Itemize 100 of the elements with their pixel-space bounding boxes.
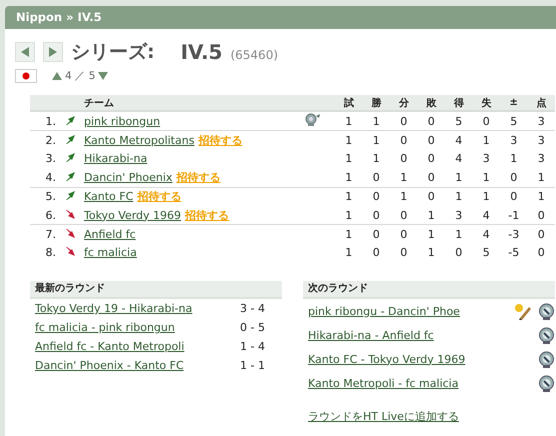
stat-cell: 5 xyxy=(445,111,472,131)
stat-cell: 1 xyxy=(418,206,445,225)
stat-cell: 4 xyxy=(472,206,500,225)
stat-cell: 3 xyxy=(528,111,555,131)
stat-cell: 0 xyxy=(500,168,528,188)
series-id: (65460) xyxy=(230,48,278,62)
stat-cell-text: 1 xyxy=(426,245,436,262)
stat-cell: 1 xyxy=(390,187,418,206)
team-link[interactable]: Anfield fc xyxy=(84,228,136,242)
column-header: 分 xyxy=(390,95,418,111)
team-link[interactable]: Kanto FC xyxy=(84,190,134,204)
stat-cell: 0 xyxy=(390,224,418,244)
match-link[interactable]: Dancin' Phoenix - Kanto FC xyxy=(35,359,184,372)
column-header: ± xyxy=(500,95,528,111)
stat-cell: 0 xyxy=(362,224,390,244)
stat-cell: 0 xyxy=(472,111,500,131)
stat-cell: 3 xyxy=(500,130,528,150)
section-title: 次のラウンド xyxy=(308,283,368,294)
column-header: 勝 xyxy=(362,95,390,111)
separator: ／ xyxy=(74,69,86,83)
stat-cell: 1 xyxy=(335,168,362,188)
stat-cell: 3 xyxy=(445,206,472,225)
match-link[interactable]: Hikarabi-na - Anfield fc xyxy=(308,328,434,342)
match-link[interactable]: fc malicia - pink ribongun xyxy=(35,321,175,334)
stat-cell: 5 xyxy=(500,111,528,131)
previous-button[interactable] xyxy=(15,42,35,62)
stat-cell: 1 xyxy=(362,111,390,131)
stat-cell: 0 xyxy=(362,168,390,188)
stat-cell-text: 3 xyxy=(536,151,546,168)
series-name: IV.5 xyxy=(180,40,222,64)
stat-cell: 0 xyxy=(418,168,445,188)
section-title: 最新のラウンド xyxy=(35,283,105,294)
stat-cell: 1 xyxy=(335,224,362,244)
match-link[interactable]: Anfield fc - Kanto Metropoli xyxy=(35,340,184,354)
pencil-icon[interactable] xyxy=(514,302,532,320)
match-link[interactable]: Kanto FC - Tokyo Verdy 1969 xyxy=(308,352,466,366)
column-header: 失 xyxy=(472,95,500,111)
live-icon[interactable] xyxy=(538,326,555,344)
team-link[interactable]: Kanto Metropolitans xyxy=(84,134,194,148)
stat-cell-text: 1 xyxy=(344,151,354,168)
stat-cell: 4 xyxy=(445,130,472,150)
stat-cell-text: 0 xyxy=(372,245,381,262)
up-triangle-icon[interactable] xyxy=(52,72,62,80)
stat-cell: 0 xyxy=(528,224,555,244)
stat-cell-text: 0 xyxy=(399,151,408,168)
score: 0 - 5 xyxy=(240,321,265,334)
stat-cell: 1 xyxy=(472,130,500,150)
team-link[interactable]: fc malicia xyxy=(84,246,137,260)
team-link[interactable]: Dancin' Phoenix xyxy=(84,170,172,184)
column-header: 試 xyxy=(335,95,362,111)
stat-cell: 0 xyxy=(500,187,528,206)
live-icon[interactable] xyxy=(538,350,555,368)
stat-cell: 0 xyxy=(390,206,418,225)
series-count: 5 xyxy=(88,70,96,82)
down-triangle-icon[interactable] xyxy=(98,72,108,80)
stat-cell-text: 4 xyxy=(454,151,464,168)
stat-cell: 3 xyxy=(528,130,555,150)
series-label: シリーズ: xyxy=(71,40,155,65)
stat-cell: 0 xyxy=(418,187,445,206)
stat-cell: 0 xyxy=(418,130,445,150)
stat-cell: 0 xyxy=(362,187,390,206)
left-arrow-icon xyxy=(21,47,29,57)
score: 3 - 4 xyxy=(240,302,265,316)
stat-cell: 1 xyxy=(472,187,500,206)
stat-cell: 1 xyxy=(362,130,390,150)
live-icon[interactable] xyxy=(538,302,555,320)
match-link[interactable]: Kanto Metropoli - fc malicia xyxy=(308,376,458,390)
position-cell-text: 8. xyxy=(44,245,56,262)
position-cell-text: 3. xyxy=(44,151,56,168)
live-icon[interactable] xyxy=(538,374,555,392)
stat-cell-text: -5 xyxy=(507,245,520,262)
position-cell: 6. xyxy=(30,206,56,225)
stat-cell: 1 xyxy=(335,111,362,131)
stat-cell: 1 xyxy=(390,168,418,188)
stat-cell: 1 xyxy=(445,168,472,188)
column-header: 敗 xyxy=(418,95,445,111)
right-arrow-icon xyxy=(49,47,57,57)
stat-cell: 1 xyxy=(335,206,362,225)
match-link[interactable]: pink ribongu - Dancin' Phoe xyxy=(308,304,460,318)
stat-cell: 1 xyxy=(528,187,555,206)
position-cell: 2. xyxy=(30,130,56,150)
add-to-live-link[interactable]: ラウンドをHT Liveに追加する xyxy=(308,409,459,424)
stat-cell: 1 xyxy=(445,187,472,206)
column-header: 得 xyxy=(445,95,472,111)
match-link[interactable]: Tokyo Verdy 19 - Hikarabi-na xyxy=(35,302,192,316)
stat-cell-text: 0 xyxy=(536,245,546,262)
stat-cell-text: 0 xyxy=(454,245,464,262)
stat-cell: 1 xyxy=(445,224,472,244)
column-header: 点 xyxy=(528,95,555,111)
position-cell: 7. xyxy=(30,224,56,244)
stat-cell: 0 xyxy=(390,111,418,131)
team-link[interactable]: Hikarabi-na xyxy=(84,152,148,166)
team-link[interactable]: Tokyo Verdy 1969 xyxy=(84,208,182,222)
next-button[interactable] xyxy=(43,42,63,62)
stat-cell-text: 1 xyxy=(372,151,381,168)
column-header: チーム xyxy=(84,95,305,111)
flag-icon xyxy=(15,69,37,83)
stat-cell: 0 xyxy=(390,130,418,150)
stat-cell: 1 xyxy=(418,224,445,244)
team-link[interactable]: pink ribongun xyxy=(84,114,160,128)
